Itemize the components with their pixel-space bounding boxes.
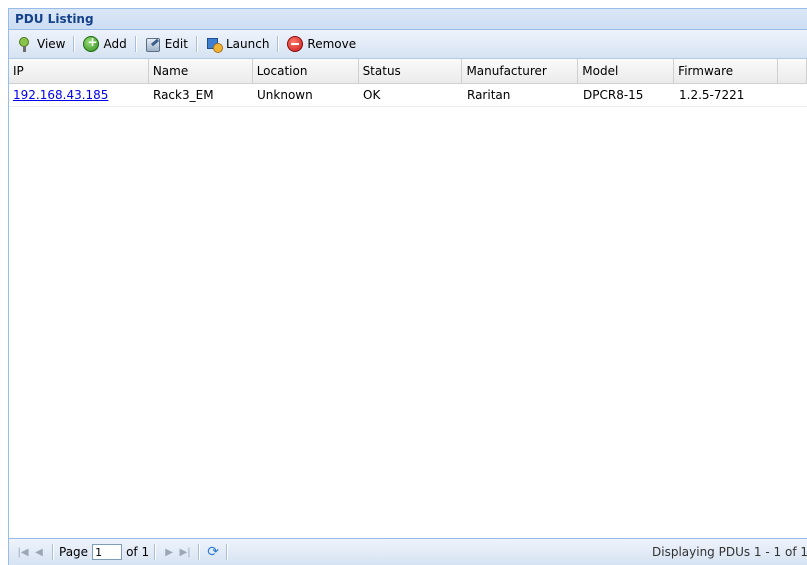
column-header-status[interactable]: Status bbox=[359, 59, 463, 83]
last-page-icon[interactable]: ▶| bbox=[177, 544, 193, 560]
refresh-icon[interactable]: ⟳ bbox=[205, 544, 221, 560]
column-header-spacer bbox=[778, 59, 807, 83]
add-button[interactable]: Add bbox=[79, 33, 130, 55]
cell-location: Unknown bbox=[257, 88, 313, 102]
previous-page-icon[interactable]: ◀ bbox=[31, 544, 47, 560]
next-page-icon[interactable]: ▶ bbox=[161, 544, 177, 560]
first-page-icon[interactable]: |◀ bbox=[15, 544, 31, 560]
column-header-name[interactable]: Name bbox=[149, 59, 253, 83]
page-label: Page bbox=[59, 545, 89, 559]
pdu-listing-panel: PDU Listing View Add Edit Launch Remove … bbox=[8, 8, 807, 565]
column-header-ip[interactable]: IP bbox=[9, 59, 149, 83]
display-message: Displaying PDUs 1 - 1 of 1 bbox=[652, 545, 807, 559]
remove-icon bbox=[287, 36, 304, 52]
add-label: Add bbox=[103, 37, 127, 51]
toolbar-separator bbox=[73, 36, 76, 52]
column-header-location[interactable]: Location bbox=[253, 59, 359, 83]
column-header-model[interactable]: Model bbox=[578, 59, 675, 83]
remove-button[interactable]: Remove bbox=[283, 33, 360, 55]
paging-separator bbox=[198, 544, 201, 560]
cell-ip: 192.168.43.185 bbox=[9, 84, 149, 106]
column-header-manufacturer[interactable]: Manufacturer bbox=[462, 59, 579, 83]
toolbar-separator bbox=[195, 36, 198, 52]
paging-separator bbox=[52, 544, 54, 560]
view-label: View bbox=[37, 37, 66, 51]
toolbar-separator bbox=[134, 36, 137, 52]
paging-separator bbox=[226, 544, 229, 560]
edit-label: Edit bbox=[164, 37, 188, 51]
view-icon bbox=[17, 36, 33, 52]
cell-firmware: 1.2.5-7221 bbox=[679, 88, 745, 102]
paging-toolbar: |◀ ◀ Page of 1 ▶ ▶| ⟳ Displaying PDUs 1 … bbox=[9, 538, 807, 565]
paging-separator bbox=[154, 544, 157, 560]
cell-name: Rack3_EM bbox=[153, 88, 214, 102]
panel-title: PDU Listing bbox=[9, 9, 807, 30]
toolbar-separator bbox=[277, 36, 280, 52]
table-row[interactable]: 192.168.43.185 Rack3_EM Unknown OK Rarit… bbox=[9, 84, 807, 107]
add-icon bbox=[83, 35, 100, 52]
view-button[interactable]: View bbox=[13, 33, 69, 55]
edit-icon bbox=[145, 36, 161, 52]
remove-label: Remove bbox=[307, 37, 357, 51]
column-header-firmware[interactable]: Firmware bbox=[674, 59, 779, 83]
launch-icon bbox=[206, 36, 223, 53]
toolbar: View Add Edit Launch Remove bbox=[9, 30, 807, 59]
grid-header: IP Name Location Status Manufacturer Mod… bbox=[9, 59, 807, 84]
launch-button[interactable]: Launch bbox=[202, 33, 273, 55]
pdu-ip-link[interactable]: 192.168.43.185 bbox=[13, 88, 108, 102]
cell-model: DPCR8-15 bbox=[583, 88, 644, 102]
page-count-label: of 1 bbox=[126, 545, 150, 559]
launch-label: Launch bbox=[225, 37, 270, 51]
edit-button[interactable]: Edit bbox=[141, 33, 192, 55]
page-number-input[interactable] bbox=[92, 544, 123, 560]
cell-manufacturer: Raritan bbox=[467, 88, 511, 102]
cell-status: OK bbox=[363, 88, 381, 102]
